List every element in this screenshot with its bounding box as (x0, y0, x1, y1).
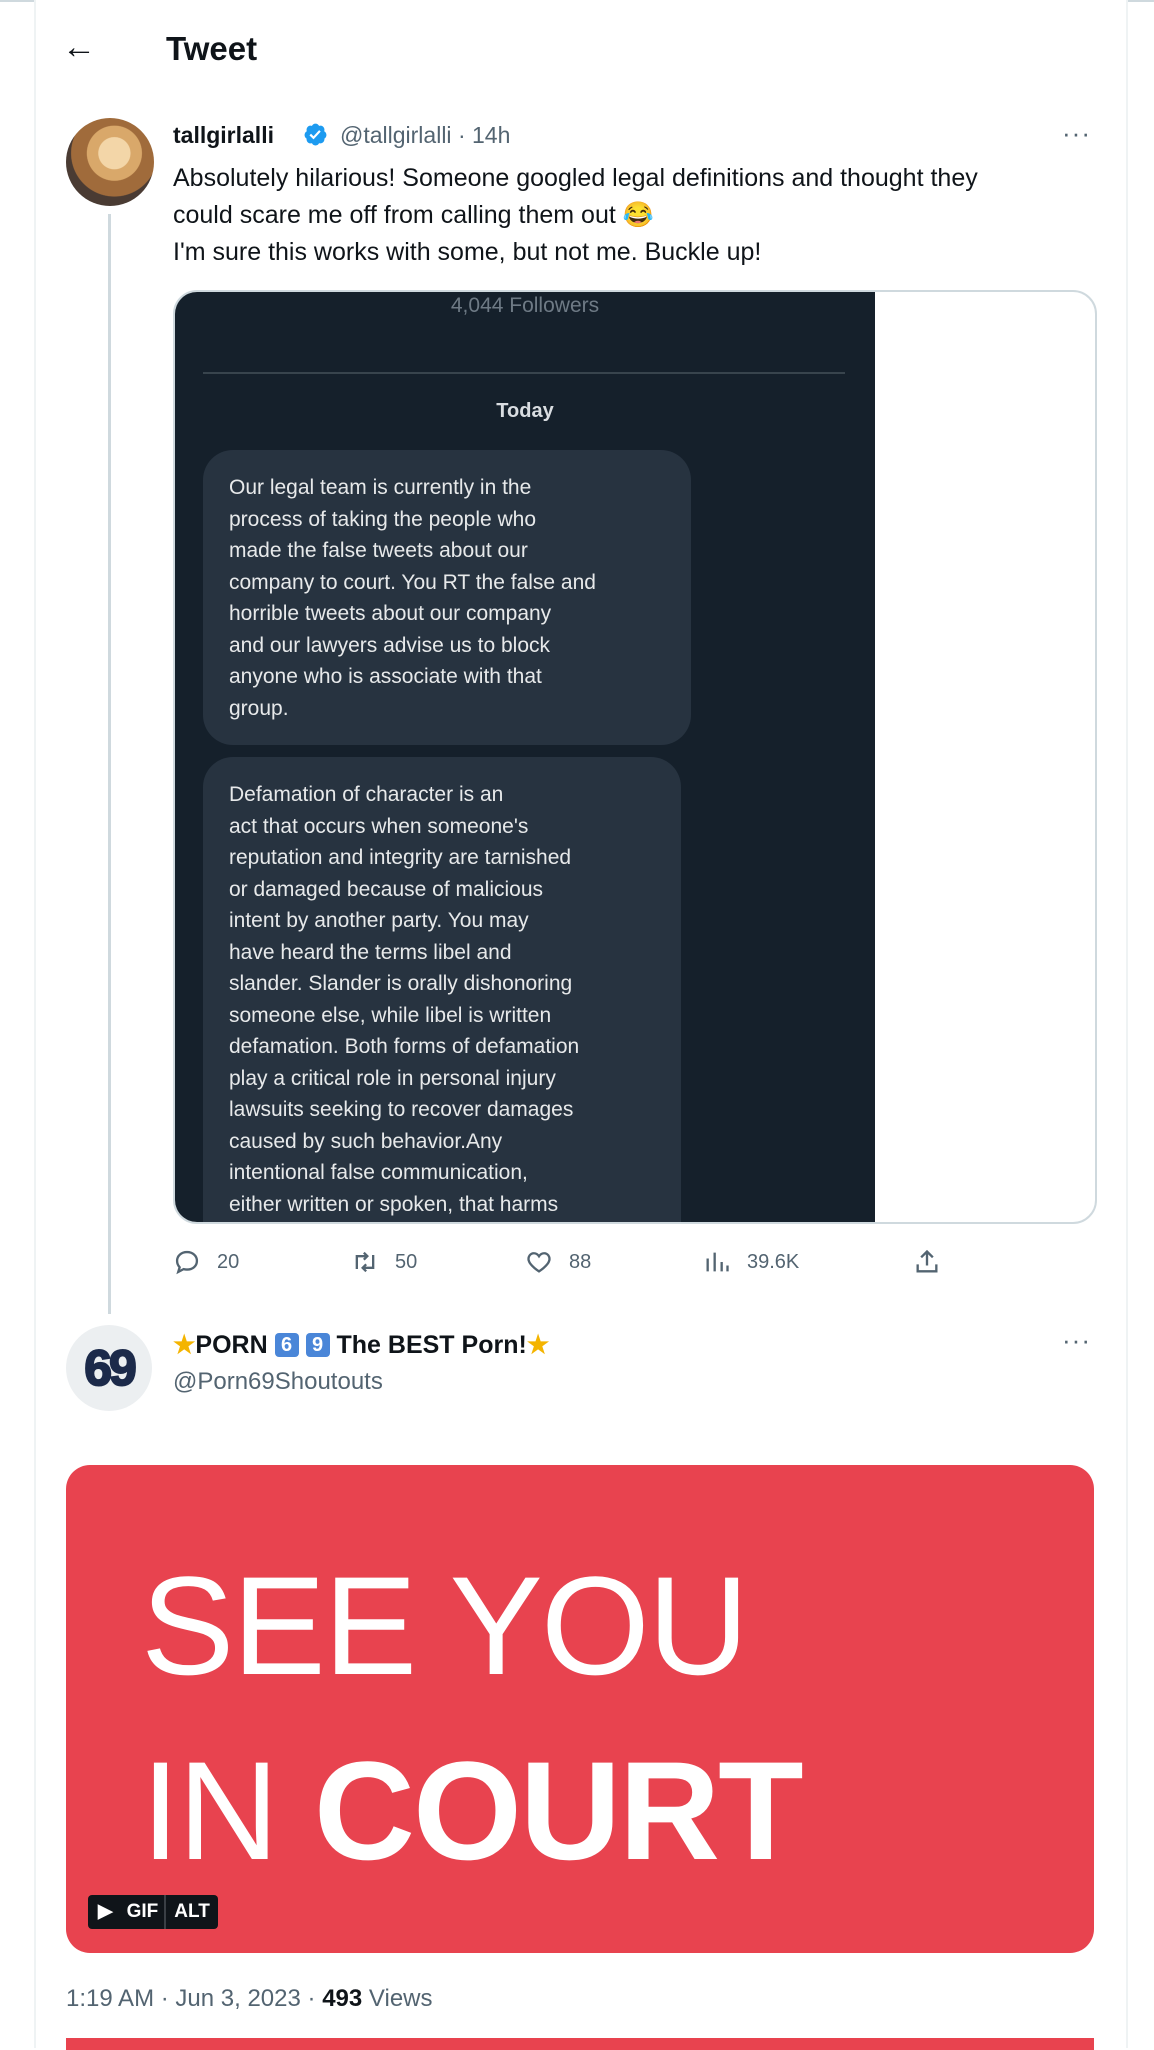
separator: · (160, 1985, 169, 2012)
message-line: caused by such behavior.Any (229, 1129, 503, 1153)
tweet-meta: 1:19 AM · Jun 3, 2023 · 493 Views (66, 1985, 433, 2013)
gif-media[interactable]: SEE YOU IN COURT ▶ GIF ALT (66, 1465, 1094, 1953)
views-count: 493 (322, 1985, 363, 2012)
more-options-icon[interactable]: ··· (1062, 118, 1091, 149)
views-button[interactable]: 39.6K (703, 1248, 799, 1276)
reply-icon (175, 1250, 199, 1275)
message-line: play a critical role in personal injury (229, 1066, 556, 1090)
timestamp-date[interactable]: Jun 3, 2023 (175, 1985, 300, 2012)
message-line: and our lawyers advise us to block (229, 633, 550, 657)
message-line: lawsuits seeking to recover damages (229, 1098, 574, 1121)
thread-line (108, 214, 111, 1314)
divider (203, 372, 845, 374)
display-name[interactable]: ★PORN 6 9 The BEST Porn!★ (173, 1330, 549, 1360)
analytics-icon (706, 1252, 729, 1272)
keycap-digit: 9 (305, 1333, 330, 1357)
tweet-actions: 20 50 88 39.6K (173, 1248, 953, 1282)
separator: · (307, 1985, 316, 2012)
time-ago[interactable]: 14h (472, 122, 510, 148)
avatar[interactable] (66, 118, 154, 206)
next-media-peek (66, 2038, 1094, 2050)
name-suffix: The BEST Porn! (336, 1331, 527, 1359)
tweet-text-line: could scare me off from calling them out… (173, 201, 654, 229)
gif-text-line: IN COURT (141, 1730, 804, 1892)
message-line: intentional false communication, (229, 1161, 528, 1184)
day-label: Today (496, 400, 554, 422)
like-count: 88 (569, 1250, 592, 1273)
followers-count: 4,044 Followers (450, 294, 600, 317)
timestamp-time[interactable]: 1:19 AM (66, 1985, 154, 2012)
avatar-text: 69 (83, 1339, 138, 1397)
retweet-button[interactable]: 50 (351, 1248, 417, 1276)
message-bubble: Defamation of character is an act that o… (203, 757, 681, 1222)
gif-badges: ▶ GIF ALT (88, 1895, 218, 1929)
message-line: process of taking the people who (229, 507, 537, 531)
message-line: defamation. Both forms of defamation (229, 1035, 580, 1058)
separator: · (457, 122, 466, 148)
gif-badge[interactable]: GIF (118, 1895, 165, 1929)
reply-count: 20 (217, 1250, 240, 1273)
message-line: act that occurs when someone's (229, 814, 529, 838)
alt-badge[interactable]: ALT (164, 1895, 218, 1929)
tweet-text-line: I'm sure this works with some, but not m… (173, 238, 762, 266)
views-count: 39.6K (747, 1250, 800, 1273)
share-button[interactable] (913, 1248, 941, 1276)
dm-screenshot: 4,044 Followers Today Our legal team is … (175, 292, 875, 1222)
share-icon (916, 1249, 938, 1273)
heart-icon (527, 1252, 551, 1273)
message-line: either written or spoken, that harms (229, 1192, 559, 1216)
handle[interactable]: @Porn69Shoutouts (173, 1368, 383, 1396)
like-button[interactable]: 88 (525, 1248, 591, 1276)
keycap-digit: 6 (274, 1333, 299, 1357)
verified-badge-icon (304, 123, 327, 146)
tweet-media-image[interactable]: 4,044 Followers Today Our legal team is … (173, 290, 1097, 1224)
gif-text-line: SEE YOU (141, 1547, 749, 1704)
message-line: reputation and integrity are tarnished (229, 846, 572, 869)
message-line: or damaged because of malicious (229, 877, 544, 901)
back-arrow-icon[interactable]: ← (62, 30, 96, 64)
message-line: have heard the terms libel and (229, 940, 512, 964)
message-line: company to court. You RT the false and (229, 570, 596, 594)
page-title: Tweet (166, 30, 258, 67)
message-line: Defamation of character is an (229, 783, 504, 806)
gif-text-plain: IN (141, 1732, 279, 1889)
message-line: made the false tweets about our (229, 539, 528, 562)
message-line: Our legal team is currently in the (229, 476, 532, 499)
handle[interactable]: @tallgirlalli (340, 122, 452, 148)
name-prefix: PORN (195, 1331, 268, 1359)
gif-text-bold: COURT (313, 1732, 804, 1889)
retweet-icon (355, 1251, 375, 1273)
star-icon: ★ (526, 1331, 550, 1359)
views-label: Views (368, 1985, 433, 2012)
message-line: anyone who is associate with that (229, 665, 542, 688)
reply-button[interactable]: 20 (173, 1248, 239, 1276)
star-icon: ★ (173, 1331, 196, 1359)
message-line: intent by another party. You may (229, 909, 529, 932)
tweet-handle-time: @tallgirlalli · 14h (340, 122, 510, 149)
retweet-count: 50 (395, 1250, 418, 1273)
tweet-text: Absolutely hilarious! Someone googled le… (173, 160, 1103, 271)
tweet-text-line: Absolutely hilarious! Someone googled le… (173, 164, 978, 192)
display-name[interactable]: tallgirlalli (173, 122, 274, 149)
message-line: slander. Slander is orally dishonoring (229, 972, 573, 995)
message-line: someone else, while libel is written (229, 1003, 552, 1027)
message-line: horrible tweets about our company (229, 602, 552, 625)
avatar[interactable]: 69 (66, 1325, 152, 1411)
message-bubble: Our legal team is currently in the proce… (203, 450, 691, 745)
more-options-icon[interactable]: ··· (1062, 1325, 1091, 1356)
message-line: group. (229, 696, 289, 720)
play-icon[interactable]: ▶ (88, 1895, 119, 1929)
